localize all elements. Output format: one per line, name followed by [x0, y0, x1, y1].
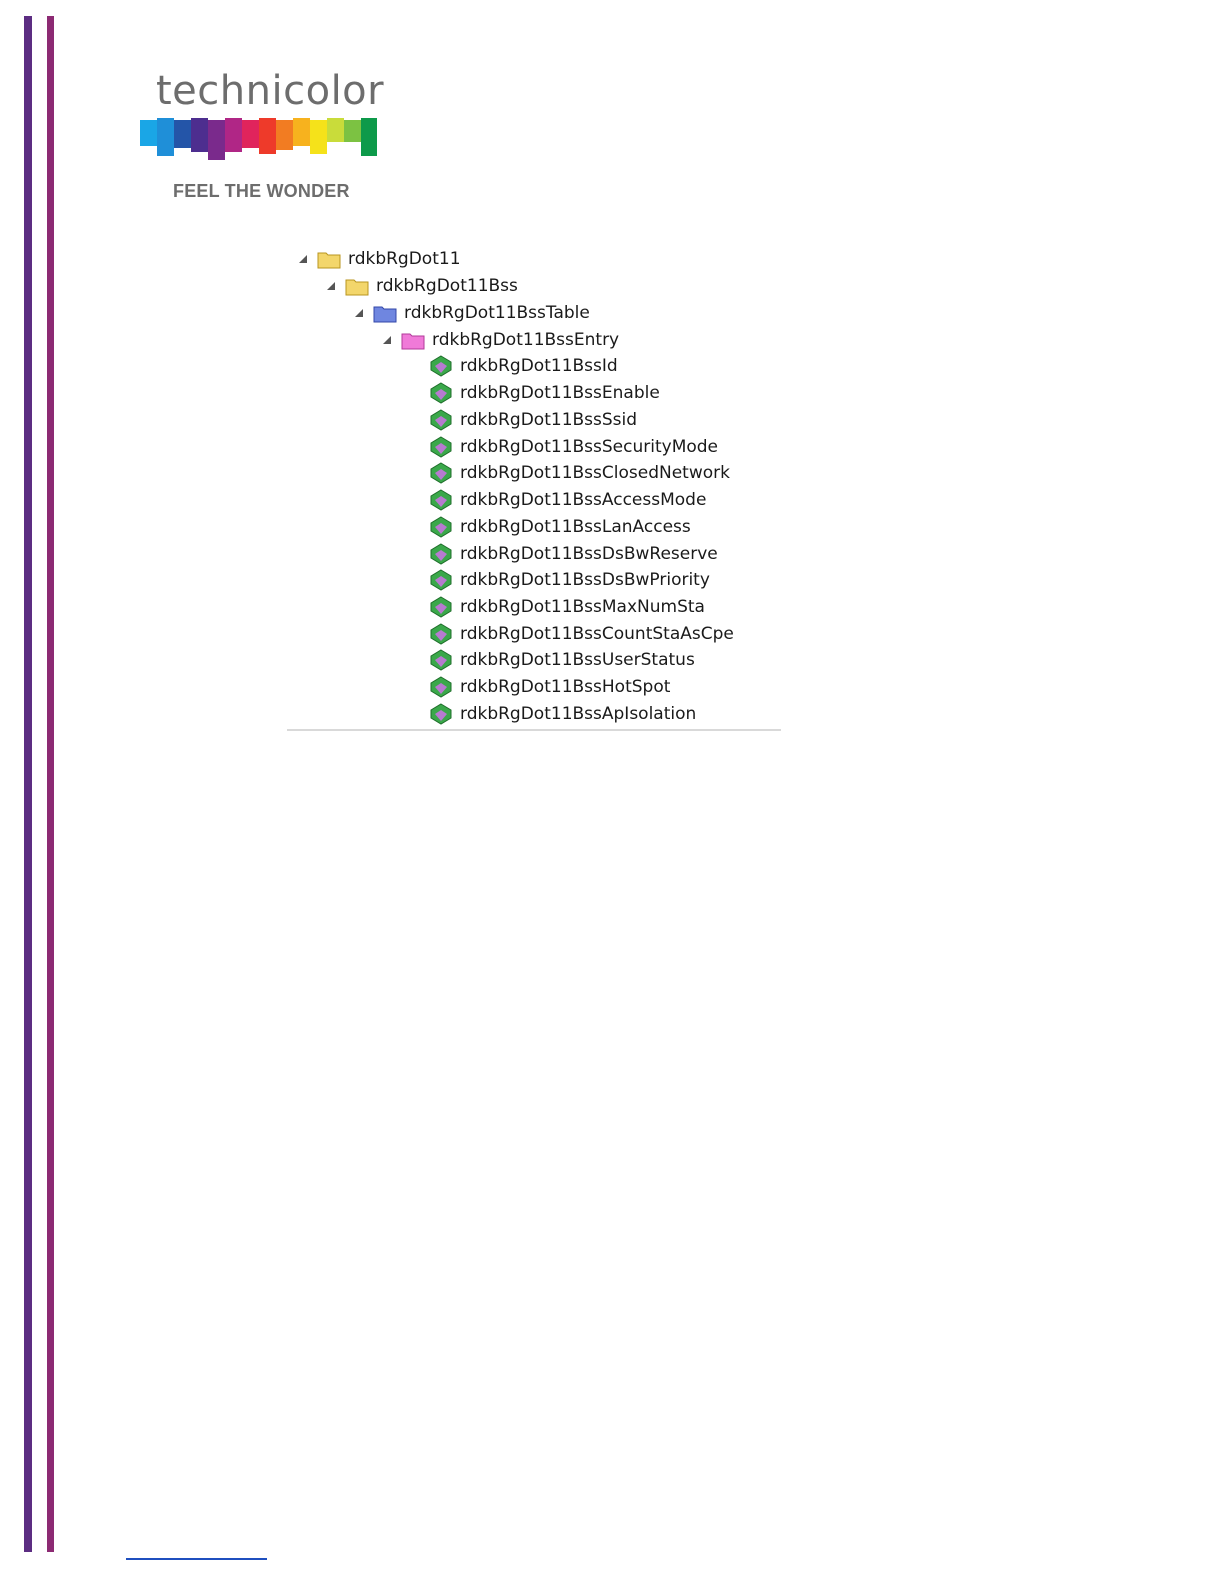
folder-icon: [345, 276, 369, 296]
tree-leaf-label: rdkbRgDot11BssId: [460, 355, 618, 376]
left-decorative-bar: [24, 16, 32, 1552]
tree-leaf[interactable]: rdkbRgDot11BssAccessMode: [429, 486, 706, 513]
mib-object-icon: [429, 622, 453, 645]
folder-icon: [317, 249, 341, 269]
tree-leaf-label: rdkbRgDot11BssUserStatus: [460, 649, 695, 670]
logo-color-stripe: [140, 118, 377, 160]
tree-node-group[interactable]: rdkbRgDot11Bss: [325, 272, 518, 299]
tree-leaf-label: rdkbRgDot11BssSecurityMode: [460, 436, 719, 457]
tree-leaf[interactable]: rdkbRgDot11BssId: [429, 352, 618, 379]
tree-node-label: rdkbRgDot11BssTable: [404, 302, 590, 323]
tree-leaf[interactable]: rdkbRgDot11BssUserStatus: [429, 646, 695, 673]
mib-object-icon: [429, 488, 453, 511]
tree-leaf-label: rdkbRgDot11BssSsid: [460, 409, 638, 430]
tree-leaf[interactable]: rdkbRgDot11BssClosedNetwork: [429, 459, 730, 486]
tree-leaf-label: rdkbRgDot11BssEnable: [460, 382, 660, 403]
tree-leaf-label: rdkbRgDot11BssAccessMode: [460, 489, 707, 510]
tree-leaf[interactable]: rdkbRgDot11BssEnable: [429, 379, 660, 406]
expanded-arrow-icon[interactable]: [297, 253, 309, 265]
tree-node-label: rdkbRgDot11Bss: [376, 275, 518, 296]
mib-object-icon: [429, 381, 453, 404]
mib-object-icon: [429, 354, 453, 377]
mib-object-icon: [429, 595, 453, 618]
tree-leaf[interactable]: rdkbRgDot11BssLanAccess: [429, 513, 691, 540]
tree-node-label: rdkbRgDot11BssEntry: [432, 329, 620, 350]
tree-leaf-label: rdkbRgDot11BssHotSpot: [460, 676, 671, 697]
mib-object-icon: [429, 408, 453, 431]
left-decorative-bar-secondary: [47, 16, 54, 1552]
tree-leaf[interactable]: rdkbRgDot11BssSecurityMode: [429, 433, 718, 460]
tree-leaf-label: rdkbRgDot11BssDsBwPriority: [460, 569, 710, 590]
table-folder-icon: [373, 303, 397, 323]
logo-tagline: FEEL THE WONDER: [173, 181, 350, 201]
mib-object-icon: [429, 515, 453, 538]
mib-object-icon: [429, 702, 453, 725]
tree-leaf[interactable]: rdkbRgDot11BssMaxNumSta: [429, 593, 705, 620]
tree-leaf-label: rdkbRgDot11BssDsBwReserve: [460, 543, 718, 564]
logo-wordmark: technicolor: [156, 68, 385, 114]
tree-leaf-label: rdkbRgDot11BssCountStaAsCpe: [460, 623, 734, 644]
mib-object-icon: [429, 675, 453, 698]
mib-object-icon: [429, 542, 453, 565]
tree-node-root[interactable]: rdkbRgDot11: [297, 245, 461, 272]
tree-node-table[interactable]: rdkbRgDot11BssTable: [353, 299, 590, 326]
tree-node-label: rdkbRgDot11: [348, 248, 461, 269]
mib-object-icon: [429, 435, 453, 458]
mib-object-icon: [429, 648, 453, 671]
tree-leaf[interactable]: rdkbRgDot11BssHotSpot: [429, 673, 670, 700]
tree-leaf-label: rdkbRgDot11BssClosedNetwork: [460, 462, 730, 483]
tree-leaf[interactable]: rdkbRgDot11BssApIsolation: [429, 700, 696, 727]
mib-tree-view: rdkbRgDot11 rdkbRgDot11Bss rdkbRgDot11Bs…: [287, 244, 781, 731]
mib-object-icon: [429, 568, 453, 591]
expanded-arrow-icon[interactable]: [381, 334, 393, 346]
expanded-arrow-icon[interactable]: [353, 307, 365, 319]
tree-leaf[interactable]: rdkbRgDot11BssDsBwPriority: [429, 566, 710, 593]
footer-rule: [126, 1558, 267, 1560]
tree-leaf[interactable]: rdkbRgDot11BssDsBwReserve: [429, 540, 718, 567]
tree-leaf-label: rdkbRgDot11BssApIsolation: [460, 703, 697, 724]
tree-leaf-label: rdkbRgDot11BssMaxNumSta: [460, 596, 705, 617]
tree-leaf[interactable]: rdkbRgDot11BssCountStaAsCpe: [429, 620, 734, 647]
entry-folder-icon: [401, 330, 425, 350]
tree-leaf[interactable]: rdkbRgDot11BssSsid: [429, 406, 637, 433]
tree-node-entry[interactable]: rdkbRgDot11BssEntry: [381, 326, 619, 353]
tree-leaf-label: rdkbRgDot11BssLanAccess: [460, 516, 691, 537]
expanded-arrow-icon[interactable]: [325, 280, 337, 292]
mib-object-icon: [429, 461, 453, 484]
